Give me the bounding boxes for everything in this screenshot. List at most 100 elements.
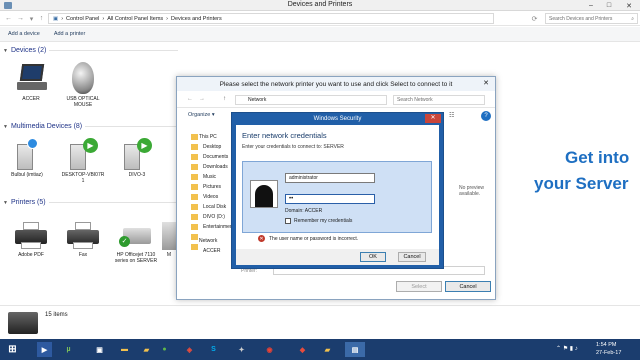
address-bar[interactable]: ▣ › Control Panel › All Control Panel It… <box>48 13 494 24</box>
windows-security-dialog: Windows Security ✕ Enter network credent… <box>231 112 444 269</box>
security-dialog-body: Enter network credentials Enter your cre… <box>236 125 439 265</box>
printer-icon <box>15 222 47 250</box>
item-count: 15 items <box>45 312 68 318</box>
close-button[interactable]: ✕ <box>622 0 636 11</box>
media-server-icon: ▶ <box>66 138 100 170</box>
dialog-title: Please select the network printer you wa… <box>177 77 495 91</box>
app-icon[interactable]: ✦ <box>234 342 249 357</box>
minimize-button[interactable]: – <box>584 0 598 11</box>
dialog-address-row: ← → ↑ Network Search Network <box>177 92 495 108</box>
chevron-down-icon: ▼ <box>3 47 8 54</box>
command-bar: Add a device Add a printer <box>0 27 640 42</box>
no-preview-text: No preview available. <box>459 185 485 197</box>
window-title: Devices and Printers <box>287 1 353 8</box>
dialog-search-input[interactable]: Search Network <box>393 95 485 105</box>
organize-button[interactable]: Organize ▾ <box>188 112 215 118</box>
evernote-icon[interactable]: ● <box>157 342 172 357</box>
fax-icon <box>67 222 99 250</box>
device-item[interactable]: ▶ DIVO-3 <box>114 138 160 178</box>
folder-icon[interactable]: ▰ <box>139 342 154 357</box>
device-item[interactable]: M <box>162 222 176 258</box>
mouse-icon <box>72 62 94 94</box>
refresh-icon[interactable]: ⟳ <box>530 14 539 23</box>
chevron-down-icon: ▼ <box>3 123 8 130</box>
up-icon[interactable]: ↑ <box>37 14 46 23</box>
start-button-icon[interactable]: ⊞ <box>5 342 20 357</box>
select-button[interactable]: Select <box>396 281 442 292</box>
default-check-icon: ✓ <box>119 236 130 247</box>
tree-folder-icons <box>191 134 198 254</box>
help-icon[interactable]: ? <box>481 111 491 121</box>
credentials-heading: Enter network credentials <box>242 131 327 140</box>
error-icon: ✕ <box>258 235 265 242</box>
device-item[interactable]: ✓ HP Officejet 7110 series on SERVER <box>110 222 162 264</box>
play-icon: ▶ <box>83 138 98 153</box>
play-icon: ▶ <box>137 138 152 153</box>
ok-button[interactable]: OK <box>360 252 386 262</box>
clock-time[interactable]: 1:54 PM <box>596 342 616 348</box>
control-panel-icon: ▣ <box>53 15 59 22</box>
breadcrumb-item[interactable]: All Control Panel Items <box>107 16 163 22</box>
folder-icon[interactable]: ▰ <box>320 342 335 357</box>
device-item[interactable]: Adobe PDF <box>8 222 54 258</box>
add-printer-button[interactable]: Add a printer <box>54 31 86 37</box>
chevron-down-icon[interactable]: ▾ <box>27 14 36 23</box>
status-bar: 15 items <box>0 305 640 339</box>
user-avatar-icon <box>250 180 278 208</box>
add-device-button[interactable]: Add a device <box>8 31 40 37</box>
dialog-address-bar[interactable]: Network <box>235 95 387 105</box>
device-item[interactable]: ▶ DESKTOP-VBI07R 1 <box>60 138 106 184</box>
printer-status-icon <box>8 312 38 334</box>
back-icon[interactable]: ← <box>4 14 13 23</box>
media-server-icon <box>15 138 39 170</box>
file-explorer-icon[interactable]: ▬ <box>117 342 132 357</box>
media-player-icon[interactable]: ▶ <box>37 342 52 357</box>
chevron-down-icon: ▼ <box>3 199 8 206</box>
domain-text: Domain: ACCER <box>285 208 323 214</box>
control-panel-icon[interactable]: ▤ <box>345 342 365 357</box>
media-server-icon: ▶ <box>120 138 154 170</box>
password-field[interactable]: •• <box>285 194 375 204</box>
system-tray-icons[interactable]: ⌃ ⚑ ▮ ♪ <box>556 345 578 352</box>
app-icon[interactable]: ◈ <box>182 342 197 357</box>
security-cancel-button[interactable]: Cancel <box>398 252 426 262</box>
ad-text-line2: your Server <box>534 174 629 193</box>
credential-tile: administrator •• Domain: ACCER Remember … <box>242 161 432 233</box>
laptop-icon <box>16 62 47 94</box>
section-printers[interactable]: ▼ Printers (5) <box>3 199 178 206</box>
dialog-close-button[interactable]: ✕ <box>480 79 492 89</box>
device-item[interactable]: USB OPTICAL MOUSE <box>60 62 106 108</box>
forward-icon[interactable]: → <box>16 14 25 23</box>
printer-icon <box>162 222 176 250</box>
section-devices[interactable]: ▼ Devices (2) <box>3 47 178 54</box>
forward-icon[interactable]: → <box>199 96 205 102</box>
section-multimedia[interactable]: ▼ Multimedia Devices (8) <box>3 123 178 130</box>
search-input[interactable]: Search Devices and Printers ⌕ <box>545 13 638 24</box>
device-item[interactable]: Bulbul (imtiaz) <box>4 138 50 178</box>
skype-icon[interactable]: S <box>206 342 221 357</box>
printer-icon: ✓ <box>119 222 153 250</box>
credentials-subheading: Enter your credentials to connect to: SE… <box>242 144 344 150</box>
breadcrumb-item[interactable]: Devices and Printers <box>171 16 222 22</box>
chrome-icon[interactable]: ◉ <box>262 342 277 357</box>
username-field[interactable]: administrator <box>285 173 375 183</box>
search-icon: ⌕ <box>631 15 634 22</box>
view-options-icon[interactable]: ☷ <box>449 112 463 120</box>
dialog-cancel-button[interactable]: Cancel <box>445 281 491 292</box>
device-item[interactable]: ACCER <box>8 62 54 102</box>
save-disk-icon[interactable]: ▣ <box>92 342 107 357</box>
remember-credentials-checkbox[interactable]: Remember my credentials <box>285 218 352 224</box>
security-dialog-title: Windows Security <box>313 115 362 122</box>
security-close-button[interactable]: ✕ <box>425 114 441 123</box>
device-item[interactable]: Fax <box>60 222 106 258</box>
maximize-button[interactable]: □ <box>602 0 616 11</box>
ad-text-line1: Get into <box>565 148 630 167</box>
app-icon[interactable]: ◆ <box>295 342 310 357</box>
error-message: ✕ The user name or password is incorrect… <box>258 235 359 242</box>
torrent-icon[interactable]: µ <box>61 342 76 357</box>
clock-date[interactable]: 27-Feb-17 <box>596 350 621 356</box>
up-icon[interactable]: ↑ <box>223 96 226 102</box>
back-icon[interactable]: ← <box>187 96 193 102</box>
taskbar: ⊞ ▶ µ ▣ ▬ ▰ ● ◈ S ✦ ◉ ◆ ▰ ▤ ⌃ ⚑ ▮ ♪ 1:54… <box>0 339 640 360</box>
breadcrumb-item[interactable]: Control Panel <box>66 16 99 22</box>
